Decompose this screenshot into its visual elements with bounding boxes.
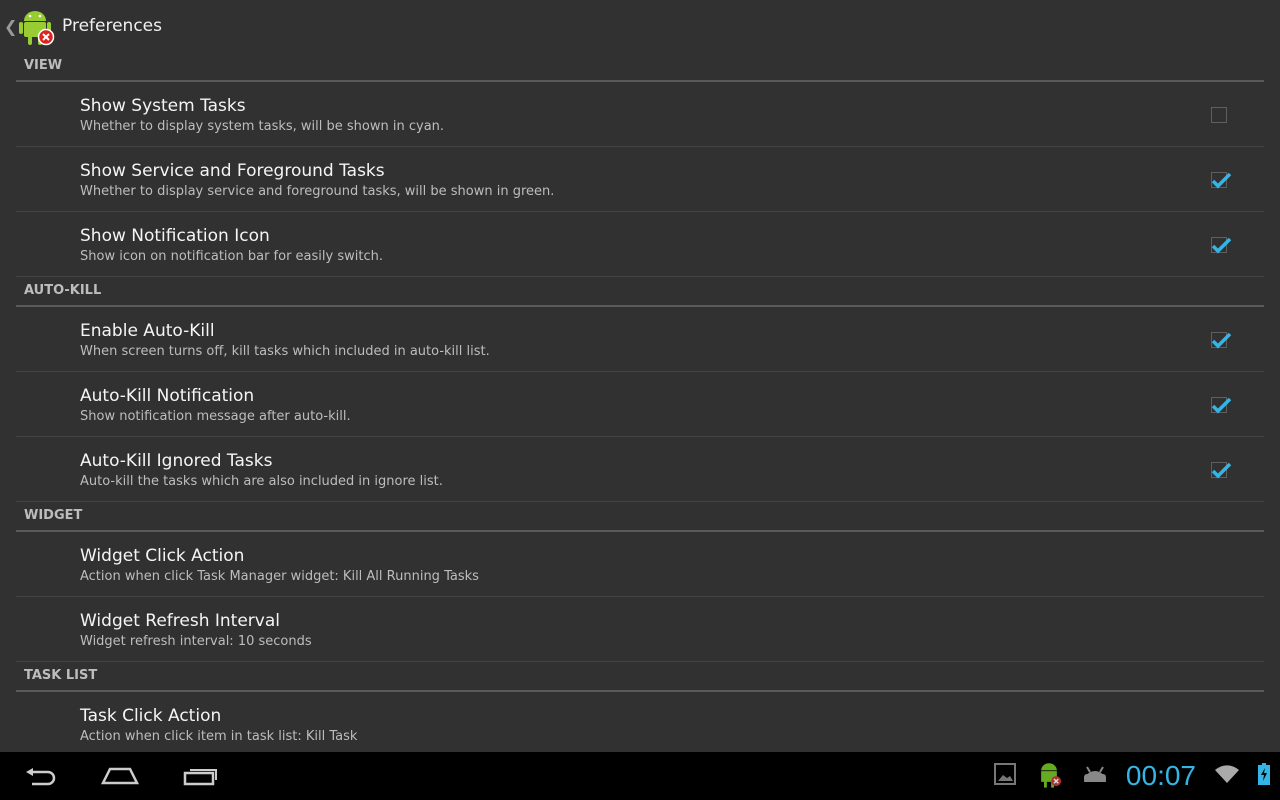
preference-item[interactable]: Auto-Kill Notification Show notification … [16, 372, 1264, 437]
preference-summary: Action when click item in task list: Kil… [80, 729, 358, 744]
preferences-list[interactable]: VIEW Show System Tasks Whether to display … [16, 52, 1264, 752]
preference-title: Widget Refresh Interval [80, 611, 280, 631]
checkmark-icon [1211, 332, 1232, 349]
back-button[interactable] [0, 766, 80, 786]
wifi-icon [1214, 764, 1240, 788]
checkmark-icon [1211, 462, 1232, 479]
preference-summary: Widget refresh interval: 10 seconds [80, 634, 312, 649]
up-caret-icon[interactable]: ❮ [4, 17, 17, 36]
preference-item[interactable]: Widget Refresh Interval Widget refresh in… [16, 597, 1264, 662]
preference-summary: Action when click Task Manager widget: K… [80, 569, 479, 584]
checkmark-icon [1211, 237, 1232, 254]
action-bar: ❮ Preferences [0, 0, 1280, 52]
preference-summary: Auto-kill the tasks which are also inclu… [80, 474, 443, 489]
preference-item[interactable]: Enable Auto-Kill When screen turns off, k… [16, 307, 1264, 372]
gallery-notification-icon [993, 763, 1016, 789]
checkbox[interactable] [1211, 237, 1232, 254]
preference-title: Show System Tasks [80, 96, 246, 116]
checkmark-icon [1211, 397, 1232, 414]
battery-charging-icon [1258, 763, 1270, 789]
preference-title: Show Notification Icon [80, 226, 270, 246]
checkbox[interactable] [1211, 397, 1232, 414]
task-manager-notification-icon [1034, 759, 1064, 793]
home-button[interactable] [80, 766, 160, 786]
preference-item[interactable]: Task Click Action Action when click item … [16, 692, 1264, 752]
preference-summary: When screen turns off, kill tasks which … [80, 344, 490, 359]
preference-title: Enable Auto-Kill [80, 321, 215, 341]
preference-title: Widget Click Action [80, 546, 245, 566]
preference-summary: Show notification message after auto-kil… [80, 409, 351, 424]
recent-apps-button[interactable] [160, 766, 240, 786]
preference-summary: Whether to display system tasks, will be… [80, 119, 445, 134]
navigation-bar: 00:07 [0, 752, 1280, 800]
preference-title: Task Click Action [80, 706, 222, 726]
checkbox[interactable] [1211, 107, 1227, 123]
app-icon[interactable] [14, 5, 56, 47]
preference-summary: Show icon on notification bar for easily… [80, 249, 383, 264]
checkbox[interactable] [1211, 172, 1232, 189]
category-header: WIDGET [16, 502, 1264, 532]
checkbox[interactable] [1211, 332, 1232, 349]
checkbox[interactable] [1211, 462, 1232, 479]
preference-title: Auto-Kill Notification [80, 386, 255, 406]
category-header: AUTO-KILL [16, 277, 1264, 307]
preference-item[interactable]: Auto-Kill Ignored Tasks Auto-kill the tas… [16, 437, 1264, 502]
android-debug-icon [1082, 764, 1108, 788]
checkmark-icon [1211, 172, 1232, 189]
preference-item[interactable]: Show Service and Foreground Tasks Whether… [16, 147, 1264, 212]
preference-summary: Whether to display service and foregroun… [80, 184, 555, 199]
status-area[interactable]: 00:07 [993, 752, 1270, 800]
category-header: VIEW [16, 52, 1264, 82]
clock: 00:07 [1125, 760, 1196, 791]
page-title: Preferences [62, 16, 162, 36]
preference-title: Show Service and Foreground Tasks [80, 161, 385, 181]
preference-title: Auto-Kill Ignored Tasks [80, 451, 273, 471]
preference-item[interactable]: Show Notification Icon Show icon on notif… [16, 212, 1264, 277]
preference-item[interactable]: Widget Click Action Action when click Tas… [16, 532, 1264, 597]
category-header: TASK LIST [16, 662, 1264, 692]
preference-item[interactable]: Show System Tasks Whether to display syst… [16, 82, 1264, 147]
